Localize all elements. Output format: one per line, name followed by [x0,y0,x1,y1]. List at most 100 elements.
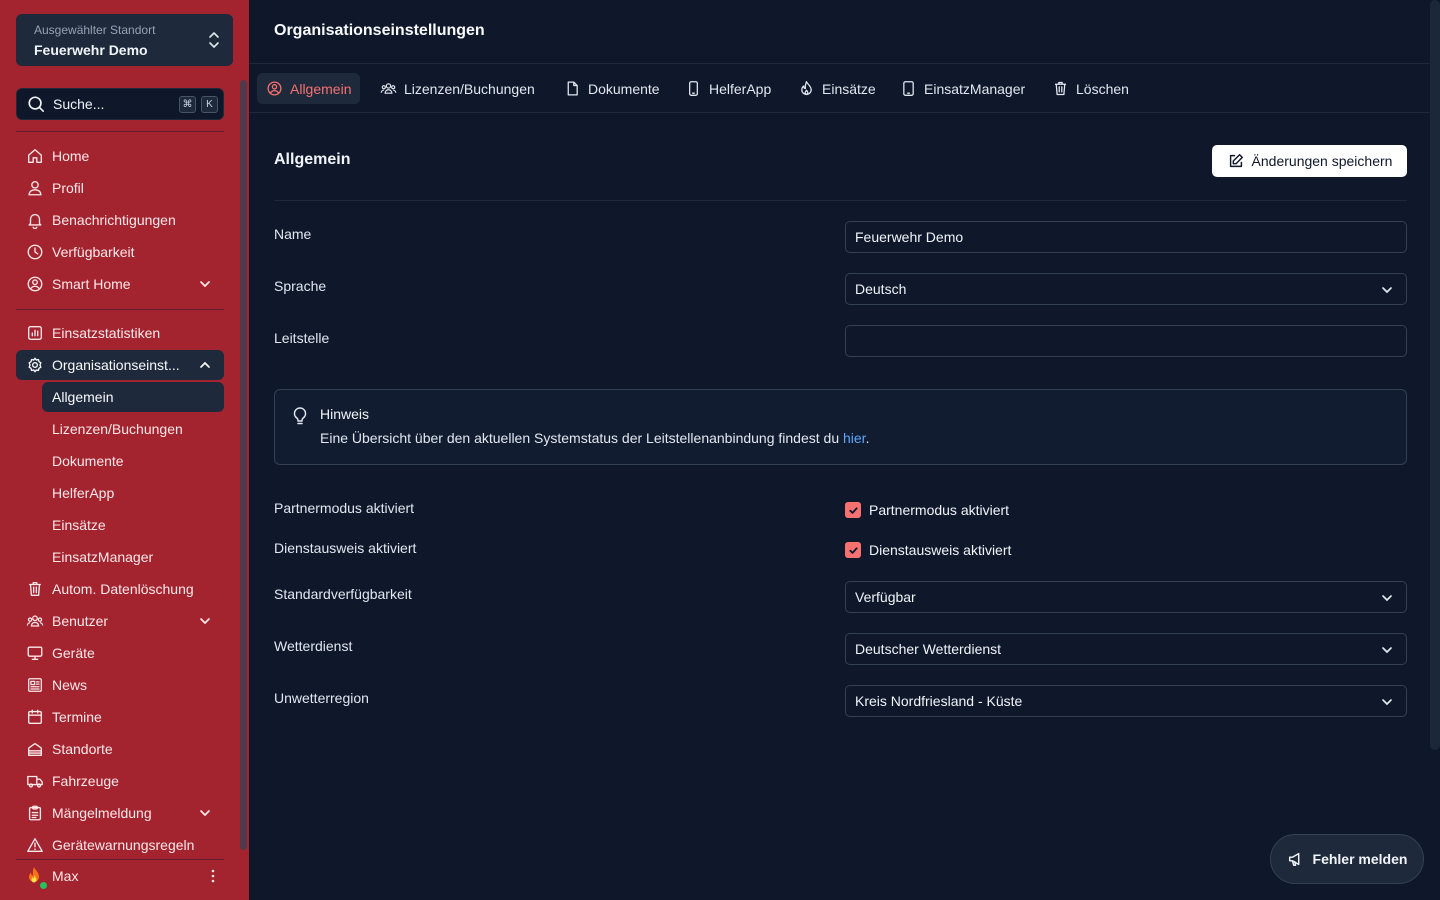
name-field-value: Feuerwehr Demo [855,229,964,245]
sidebar-item-label: Einsatzstatistiken [52,325,161,341]
sidebar-item-vehicles[interactable]: Fahrzeuge [16,766,224,796]
save-button-label: Änderungen speichern [1251,153,1393,169]
check-icon [848,506,858,514]
sidebar-item-locations[interactable]: Standorte [16,734,224,764]
tab-delete[interactable]: Löschen [1043,73,1138,104]
sidebar-item-availability[interactable]: Verfügbarkeit [16,237,224,267]
defaultavail-label: Standardverfügbarkeit [274,586,412,602]
tab-missions[interactable]: Einsätze [789,73,885,104]
language-select[interactable]: Deutsch [845,273,1407,305]
user-name: Max [52,868,79,884]
tab-documents[interactable]: Dokumente [555,73,669,104]
main-content: Organisationseinstellungen Allgemein Liz… [249,0,1440,900]
sidebar-subitem-general[interactable]: Allgemein [42,382,224,412]
section-title: Allgemein [274,151,351,168]
sidebar-item-defects[interactable]: Mängelmeldung [16,798,224,828]
notice-title: Hinweis [320,406,370,422]
sidebar-divider [16,309,224,310]
sidebar-item-home[interactable]: Home [16,141,224,171]
sidebar-item-smarthome[interactable]: Smart Home [16,269,224,299]
sidebar-item-label: Organisationseinst... [52,357,180,373]
monitor-icon [27,646,43,660]
weather-label: Wetterdienst [274,638,353,654]
sidebar-subitem-manager[interactable]: EinsatzManager [42,542,224,572]
location-selector[interactable]: Ausgewählter Standort Feuerwehr Demo [16,14,233,66]
sidebar-subitem-licenses[interactable]: Lizenzen/Buchungen [42,414,224,444]
tab-manager[interactable]: EinsatzManager [891,73,1034,104]
user-menu[interactable]: Max [16,860,224,892]
sidebar-item-stats[interactable]: Einsatzstatistiken [16,318,224,348]
partner-checkbox-label: Partnermodus aktiviert [869,502,1010,518]
avatar [24,866,48,890]
sidebar-subitem-label: Lizenzen/Buchungen [52,421,183,437]
language-label: Sprache [274,278,327,294]
tab-general[interactable]: Allgemein [257,73,361,104]
truck-icon [27,775,43,788]
idcard-checkbox-label: Dienstausweis aktiviert [869,542,1012,558]
sidebar-item-profile[interactable]: Profil [16,173,224,203]
dispatch-label: Leitstelle [274,330,330,346]
tab-helperapp[interactable]: HelferApp [676,73,780,104]
sidebar-item-label: Benachrichtigungen [52,212,176,228]
region-select[interactable]: Kreis Nordfriesland - Küste [845,685,1407,717]
sidebar-item-autodelete[interactable]: Autom. Datenlöschung [16,574,224,604]
report-bug-button[interactable]: Fehler melden [1270,834,1424,884]
calendar-icon [28,709,42,724]
sidebar-item-notifications[interactable]: Benachrichtigungen [16,205,224,235]
tab-label: Lizenzen/Buchungen [404,80,535,97]
search-icon [27,95,45,113]
sidebar-subitem-helperapp[interactable]: HelferApp [42,478,224,508]
chevron-down-icon [200,281,210,288]
tab-label: HelferApp [709,80,772,97]
partner-checkbox-row[interactable]: Partnermodus aktiviert [845,502,1009,518]
more-vertical-icon[interactable] [206,868,220,884]
name-field[interactable]: Feuerwehr Demo [845,221,1407,253]
sidebar-item-label: Mängelmeldung [52,805,152,821]
sidebar-subitem-documents[interactable]: Dokumente [42,446,224,476]
partner-checkbox[interactable] [845,502,861,518]
warning-icon [27,838,43,852]
tab-label: Allgemein [290,80,352,97]
sidebar-item-devices[interactable]: Geräte [16,638,224,668]
sidebar-item-orgsettings[interactable]: Organisationseinst... [16,350,224,380]
region-label: Unwetterregion [274,690,369,706]
tab-label: Dokumente [588,80,660,97]
user-icon [28,181,42,196]
sidebar-divider [16,131,224,132]
weather-select[interactable]: Deutscher Wetterdienst [845,633,1407,665]
idcard-checkbox[interactable] [845,542,861,558]
phone-icon [689,81,698,96]
sidebar-subitem-label: EinsatzManager [52,549,154,565]
shortcut-key-k: K [201,95,218,113]
status-link[interactable]: hier [843,430,866,446]
sidebar-item-label: Termine [52,709,102,725]
chevron-down-icon [200,618,210,625]
megaphone-icon [1288,852,1299,867]
sidebar-scrollbar-thumb[interactable] [240,80,247,850]
edit-icon [1229,153,1243,168]
notice-text-end: . [865,430,870,446]
sidebar-subitem-missions[interactable]: Einsätze [42,510,224,540]
sidebar-item-label: Geräte [52,645,95,661]
dispatch-field[interactable] [845,325,1407,357]
search-input[interactable]: Suche... ⌘ K [16,88,224,120]
tab-licenses[interactable]: Lizenzen/Buchungen [371,73,544,104]
sidebar-item-dates[interactable]: Termine [16,702,224,732]
trash-icon [1054,81,1067,96]
user-circle-icon [267,81,282,96]
report-bug-label: Fehler melden [1312,851,1408,867]
save-button[interactable]: Änderungen speichern [1212,145,1407,177]
lightbulb-icon [293,407,307,425]
notice-message: Eine Übersicht über den aktuellen System… [320,430,869,446]
sidebar-item-warnrules[interactable]: Gerätewarnungsregeln [16,830,224,860]
sidebar-item-label: Standorte [52,741,113,757]
sidebar-item-users[interactable]: Benutzer [16,606,224,636]
idcard-label: Dienstausweis aktiviert [274,540,417,556]
notice-box: Hinweis Eine Übersicht über den aktuelle… [274,389,1407,465]
sidebar-item-news[interactable]: News [16,670,224,700]
idcard-checkbox-row[interactable]: Dienstausweis aktiviert [845,542,1011,558]
search-placeholder: Suche... [53,96,105,112]
sidebar-scrollbar[interactable] [240,80,247,850]
main-scrollbar[interactable] [1430,0,1440,750]
defaultavail-select[interactable]: Verfügbar [845,581,1407,613]
